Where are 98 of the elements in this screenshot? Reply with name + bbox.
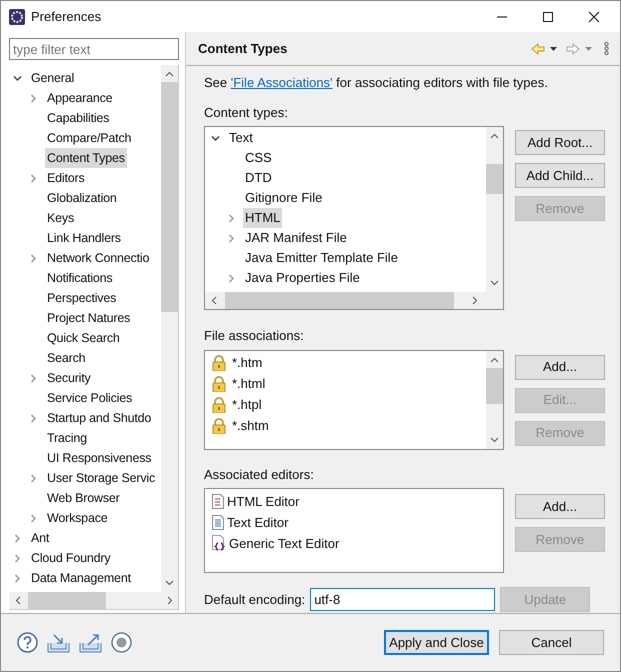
list-item[interactable]: Text Editor [227,512,288,532]
scroll-down-icon[interactable] [490,436,499,442]
document-icon [212,515,224,530]
list-item[interactable]: HTML Editor [227,492,300,512]
scroll-down-icon[interactable] [165,580,174,586]
document-icon [212,494,224,509]
tree-item[interactable]: Text [227,128,255,148]
braces-document-icon [212,535,226,552]
help-icon[interactable] [17,632,38,653]
tree-item[interactable]: JAR Manifest File [243,228,349,248]
encoding-label: Default encoding: [204,590,306,609]
content-type-tree[interactable]: Text CSS DTD Gitignore File HTML JAR Manifest File Java Emitter Template File Java Properties File [204,126,504,310]
action-button[interactable]: Add Root... [515,130,605,155]
tree-item[interactable]: Java Properties File [243,268,362,288]
dropdown-icon[interactable] [550,46,557,50]
forward-arrow-icon[interactable] [566,42,580,54]
horizontal-scrollbar[interactable] [9,592,178,609]
back-arrow-icon[interactable] [531,42,545,54]
horizontal-scrollbar[interactable] [205,292,503,309]
tree-item[interactable]: Quick Search [45,328,122,348]
encoding-field[interactable]: utf-8 [310,588,496,611]
tree-item[interactable]: Ant [29,528,52,548]
record-icon[interactable] [111,632,132,653]
lock-icon [212,376,226,392]
editor-list[interactable]: HTML Editor Text Editor Generic Text Editor [204,488,504,573]
lock-icon [212,397,226,413]
tree-item[interactable]: Service Policies [45,388,134,408]
tree-item[interactable]: Keys [45,208,76,228]
tree-item[interactable]: Capabilities [45,108,112,128]
scroll-thumb[interactable] [486,368,503,404]
vertical-scrollbar[interactable] [161,65,178,592]
export-icon[interactable] [79,632,102,652]
tree-item[interactable]: User Storage Servic [45,468,158,488]
action-button[interactable]: Add Child... [515,163,605,188]
lock-icon [212,355,226,371]
action-button[interactable]: Add... [515,354,605,380]
tree-item[interactable]: Security [45,368,93,388]
scroll-down-icon[interactable] [490,280,499,286]
tree-item[interactable]: Workspace [45,508,110,528]
tree-item[interactable]: Link Handlers [45,228,123,248]
scroll-up-icon[interactable] [490,356,499,362]
lock-icon [212,418,226,434]
section-label: Content types: [204,104,289,122]
tree-item[interactable]: DTD [243,168,274,188]
maximize-icon[interactable] [542,10,554,22]
vertical-scrollbar[interactable] [486,127,503,292]
list-item[interactable]: *.htm [232,353,262,373]
scroll-left-icon[interactable] [15,596,21,605]
tree-item[interactable]: Startup and Shutdo [45,408,154,428]
tree-item[interactable]: Perspectives [45,288,118,308]
tree-item[interactable]: Java Emitter Template File [243,248,400,268]
scroll-thumb[interactable] [486,164,503,194]
filter-field[interactable]: type filter text [9,38,179,60]
scroll-right-icon[interactable] [472,296,478,305]
tree-item[interactable]: Gitignore File [243,188,324,208]
tree-item[interactable]: Compare/Patch [45,128,134,148]
tree-item[interactable]: Tracing [45,428,89,448]
scroll-right-icon[interactable] [167,596,173,605]
tree-item[interactable]: Web Browser [45,488,122,508]
scroll-thumb[interactable] [161,82,178,312]
section-label: File associations: [204,327,305,345]
app-icon [9,8,25,24]
file-associations-link[interactable]: 'File Associations' [230,75,333,90]
section-label: Associated editors: [204,466,315,484]
tree-item[interactable]: Cloud Foundry [29,548,112,568]
tree-item[interactable]: HTML [243,208,282,228]
scroll-thumb[interactable] [225,292,454,309]
dialog-button[interactable]: Cancel [499,630,604,655]
tree-item[interactable]: Notifications [45,268,114,288]
import-icon[interactable] [47,632,70,652]
vertical-scrollbar[interactable] [486,350,503,448]
tree-item[interactable]: UI Responsiveness [45,448,154,468]
close-icon[interactable] [588,10,600,22]
action-button[interactable]: Add... [515,494,605,519]
list-item[interactable]: Generic Text Editor [229,534,340,554]
tree-item[interactable]: Globalization [45,188,119,208]
scroll-left-icon[interactable] [211,296,217,305]
list-item[interactable]: *.html [232,374,266,394]
dialog-button[interactable]: Apply and Close [384,630,489,655]
list-item[interactable]: *.htpl [232,395,262,415]
scroll-up-icon[interactable] [165,71,174,77]
menu-icon[interactable] [604,42,609,55]
tree-item[interactable]: CSS [243,148,274,168]
tree-item[interactable]: Appearance [45,88,114,108]
tree-item[interactable]: General [29,68,76,88]
page-title: Content Types [198,40,288,58]
window-title: Preferences [31,8,102,26]
scroll-up-icon[interactable] [490,133,499,139]
tree-item[interactable]: Network Connectio [45,248,152,268]
intro-text: See 'File Associations' for associating editors with file types. [204,74,549,92]
file-association-list[interactable]: *.htm *.html *.htpl *.shtm [204,350,504,450]
tree-item[interactable]: Project Natures [45,308,132,328]
tree-item[interactable]: Data Management [29,568,133,588]
tree-item[interactable]: Search [45,348,88,368]
scroll-thumb[interactable] [28,592,106,609]
tree-item[interactable]: Editors [45,168,87,188]
list-item[interactable]: *.shtm [232,416,269,436]
tree-item[interactable]: Content Types [45,148,127,168]
